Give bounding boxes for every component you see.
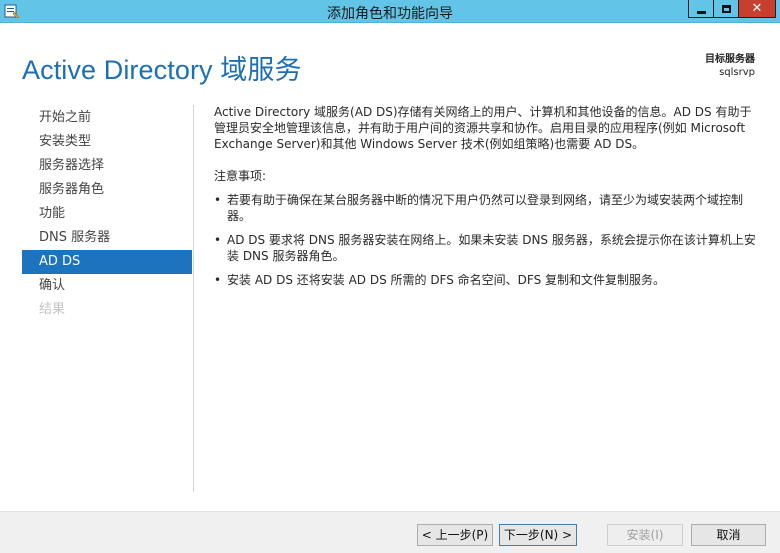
list-item: AD DS 要求将 DNS 服务器安装在网络上。如果未安装 DNS 服务器，系统… (214, 232, 760, 264)
minimize-icon (696, 11, 706, 14)
nav-item-server-selection[interactable]: 服务器选择 (22, 154, 192, 178)
nav-item-confirmation[interactable]: 确认 (22, 274, 192, 298)
target-server-info: 目标服务器 sqlsrvp (705, 53, 755, 79)
notice-label: 注意事项: (214, 169, 267, 183)
nav-divider (193, 105, 194, 492)
list-item: 若要有助于确保在某台服务器中断的情况下用户仍然可以登录到网络，请至少为域安装两个… (214, 192, 760, 224)
list-item: 安装 AD DS 还将安装 AD DS 所需的 DFS 命名空间、DFS 复制和… (214, 272, 760, 288)
wizard-nav: 开始之前 安装类型 服务器选择 服务器角色 功能 DNS 服务器 AD DS 确… (22, 106, 192, 322)
maximize-icon (721, 4, 731, 13)
previous-button[interactable]: < 上一步(P) (417, 524, 493, 546)
close-button[interactable]: ✕ (738, 0, 776, 18)
page-title: Active Directory 域服务 (22, 55, 302, 85)
target-server-name: sqlsrvp (719, 67, 755, 78)
window-title: 添加角色和功能向导 (327, 6, 453, 22)
close-icon: ✕ (751, 1, 763, 16)
button-bar: < 上一步(P) 下一步(N) > 安装(I) 取消 (0, 511, 780, 553)
nav-item-dns-server[interactable]: DNS 服务器 (22, 226, 192, 250)
nav-item-ad-ds[interactable]: AD DS (22, 250, 192, 274)
nav-item-before-you-begin[interactable]: 开始之前 (22, 106, 192, 130)
cancel-button[interactable]: 取消 (691, 524, 766, 546)
title-bar: 添加角色和功能向导 ✕ (0, 0, 780, 23)
notice-list: 若要有助于确保在某台服务器中断的情况下用户仍然可以登录到网络，请至少为域安装两个… (214, 192, 760, 288)
install-button: 安装(I) (607, 524, 683, 546)
nav-item-features[interactable]: 功能 (22, 202, 192, 226)
minimize-button[interactable] (688, 0, 714, 18)
target-server-label: 目标服务器 (705, 54, 755, 65)
nav-item-installation-type[interactable]: 安装类型 (22, 130, 192, 154)
maximize-button[interactable] (713, 0, 739, 18)
nav-item-results: 结果 (39, 302, 66, 317)
nav-item-server-roles[interactable]: 服务器角色 (22, 178, 192, 202)
next-button[interactable]: 下一步(N) > (499, 524, 577, 546)
intro-text: Active Directory 域服务(AD DS)存储有关网络上的用户、计算… (214, 105, 752, 151)
content-pane: Active Directory 域服务(AD DS)存储有关网络上的用户、计算… (214, 104, 760, 296)
